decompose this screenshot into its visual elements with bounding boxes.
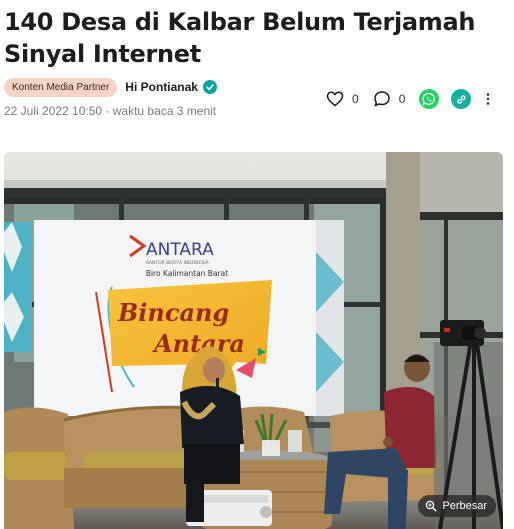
article-actions: 0 0 (326, 88, 493, 110)
byline: Konten Media Partner Hi Pontianak (4, 77, 217, 97)
more-vertical-icon (487, 93, 490, 105)
whatsapp-icon (422, 92, 436, 106)
zoom-button[interactable]: Perbesar (418, 495, 496, 517)
whatsapp-share-button[interactable] (419, 89, 440, 109)
link-icon (457, 94, 466, 104)
publish-date: 22 Juli 2022 10:50 · waktu baca 3 menit (4, 104, 217, 118)
banner-word-1: Bincang (117, 298, 229, 327)
copy-link-button[interactable] (451, 89, 472, 109)
like-button[interactable]: 0 (326, 91, 359, 107)
antara-sub1: KANTOR BERITA INDONESIA (146, 260, 210, 266)
comment-count: 0 (398, 92, 406, 106)
title-line-2: Sinyal Internet (4, 40, 201, 68)
comment-icon (373, 91, 390, 107)
like-count: 0 (352, 92, 359, 106)
event-photo: ANTARA KANTOR BERITA INDONESIA Biro Kali… (4, 152, 503, 529)
article-photo[interactable]: ANTARA KANTOR BERITA INDONESIA Biro Kali… (4, 152, 503, 529)
comment-button[interactable]: 0 (373, 90, 406, 108)
article-title: 140 Desa di Kalbar Belum Terjamah Sinyal… (4, 6, 504, 70)
zoom-in-icon (426, 500, 437, 512)
heart-icon (326, 91, 344, 107)
zoom-label: Perbesar (442, 500, 487, 512)
antara-logo-text: ANTARA (146, 240, 214, 260)
media-partner-badge: Konten Media Partner (4, 77, 118, 97)
author-link[interactable]: Hi Pontianak (125, 80, 198, 94)
antara-sub2: Biro Kalimantan Barat (146, 269, 228, 278)
verified-icon (202, 80, 217, 94)
more-options-button[interactable] (483, 91, 493, 107)
title-line-1: 140 Desa di Kalbar Belum Terjamah (4, 8, 476, 36)
